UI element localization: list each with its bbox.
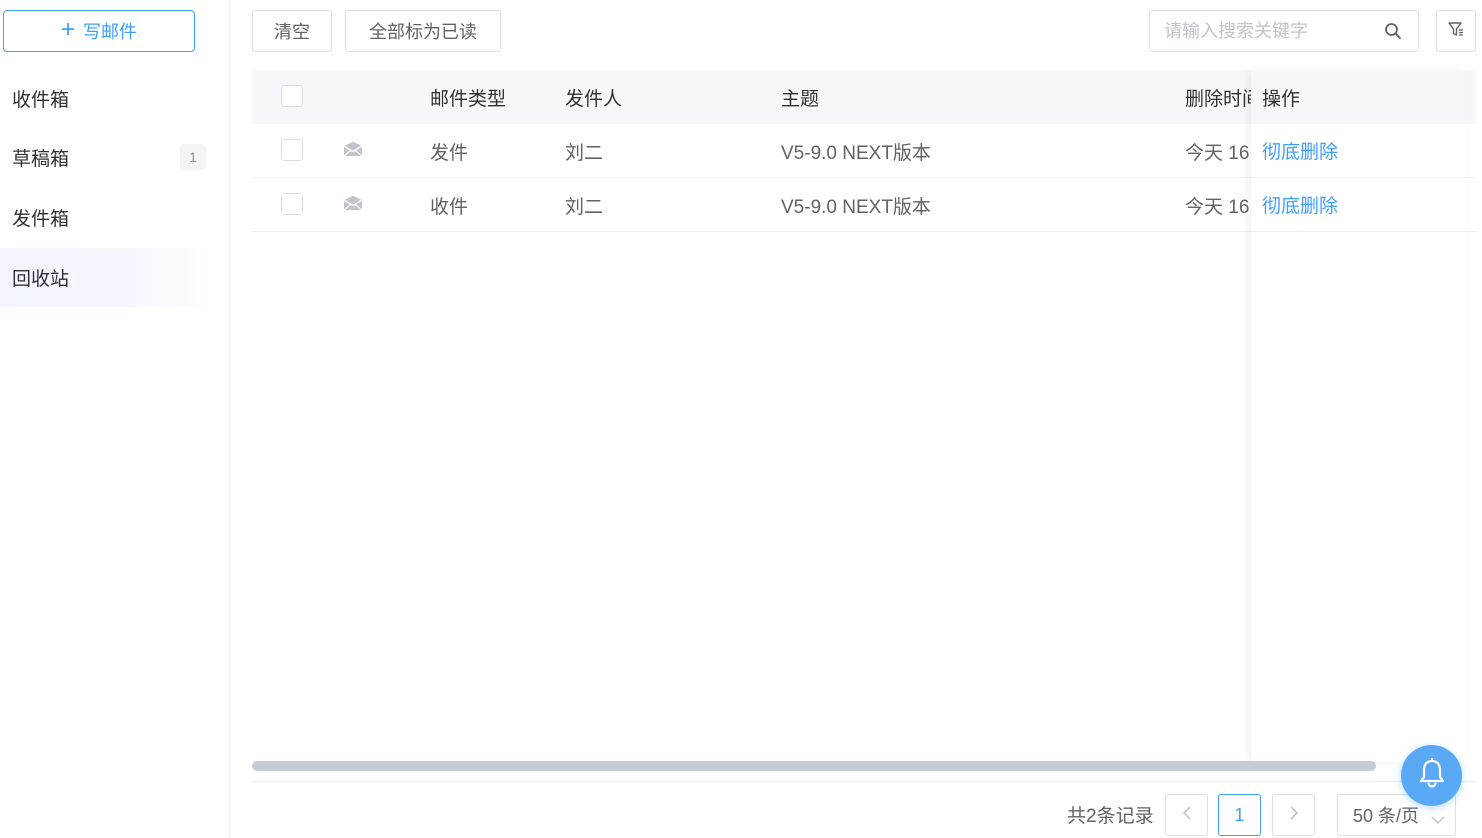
sidebar-item-drafts[interactable]: 草稿箱 1 [0,128,214,187]
filter-button[interactable] [1436,10,1476,52]
sidebar-item-inbox[interactable]: 收件箱 [0,69,214,128]
mail-app: + 写邮件 收件箱 草稿箱 1 发件箱 回收站 清空 全部标为已读 请输入搜索关… [0,0,1482,838]
column-header-subject[interactable]: 主题 [781,70,819,124]
cell-deleted-time: 今天 16 [1185,196,1250,218]
column-header-deleted-time[interactable]: 删除时间 [1185,70,1255,124]
chevron-down-icon [1431,809,1445,830]
horizontal-scrollbar[interactable] [252,761,1376,771]
envelope-icon [343,141,363,162]
notification-button[interactable] [1401,745,1462,806]
row-checkbox[interactable] [281,139,303,161]
sidebar-item-label: 草稿箱 [12,149,70,170]
filter-icon [1447,20,1465,43]
delete-permanently-link[interactable]: 彻底删除 [1262,191,1338,218]
bell-icon [1418,757,1446,793]
sidebar-item-label: 发件箱 [12,209,70,230]
page-size-value: 50 条/页 [1353,806,1420,826]
column-header-sender[interactable]: 发件人 [565,70,622,124]
cell-type: 收件 [430,196,469,218]
clear-button[interactable]: 清空 [252,10,332,52]
cell-subject[interactable]: V5-9.0 NEXT版本 [781,124,931,178]
chevron-left-icon [1182,805,1192,826]
plus-icon: + [60,16,75,43]
chevron-right-icon [1289,805,1299,826]
row-checkbox[interactable] [281,193,303,215]
action-column: 操作 彻底删除 彻底删除 [1251,70,1467,762]
search-input[interactable] [1150,20,1370,42]
sidebar-item-label: 回收站 [12,269,70,290]
search-icon[interactable] [1384,22,1402,45]
delete-permanently-link[interactable]: 彻底删除 [1262,137,1338,164]
select-all-checkbox[interactable] [281,85,303,107]
compose-label: 写邮件 [83,22,137,42]
column-header-type[interactable]: 邮件类型 [430,70,506,124]
mark-all-read-button[interactable]: 全部标为已读 [345,10,501,52]
clear-label: 清空 [274,22,310,42]
count-badge: 1 [180,144,206,170]
cell-deleted-time: 今天 16 [1185,142,1250,164]
cell-subject[interactable]: V5-9.0 NEXT版本 [781,178,931,232]
compose-button[interactable]: + 写邮件 [3,10,195,52]
sidebar: + 写邮件 收件箱 草稿箱 1 发件箱 回收站 [0,0,230,838]
action-cell: 彻底删除 [1251,124,1467,178]
sidebar-item-trash[interactable]: 回收站 [0,248,214,307]
action-cell: 彻底删除 [1251,178,1467,232]
cell-type: 发件 [430,142,469,164]
next-page-button[interactable] [1272,794,1315,836]
search-box [1149,10,1419,52]
sidebar-item-label: 收件箱 [12,90,70,111]
sidebar-item-outbox[interactable]: 发件箱 [0,188,214,247]
mark-all-read-label: 全部标为已读 [369,22,477,42]
column-header-action: 操作 [1251,70,1467,124]
cell-sender: 刘二 [565,196,604,218]
cell-sender: 刘二 [565,142,604,164]
page-number: 1 [1234,804,1245,825]
page-number-button[interactable]: 1 [1218,794,1261,836]
total-records: 共2条记录 [1067,805,1154,827]
envelope-icon [343,195,363,216]
divider [252,781,1476,782]
prev-page-button[interactable] [1165,794,1208,836]
